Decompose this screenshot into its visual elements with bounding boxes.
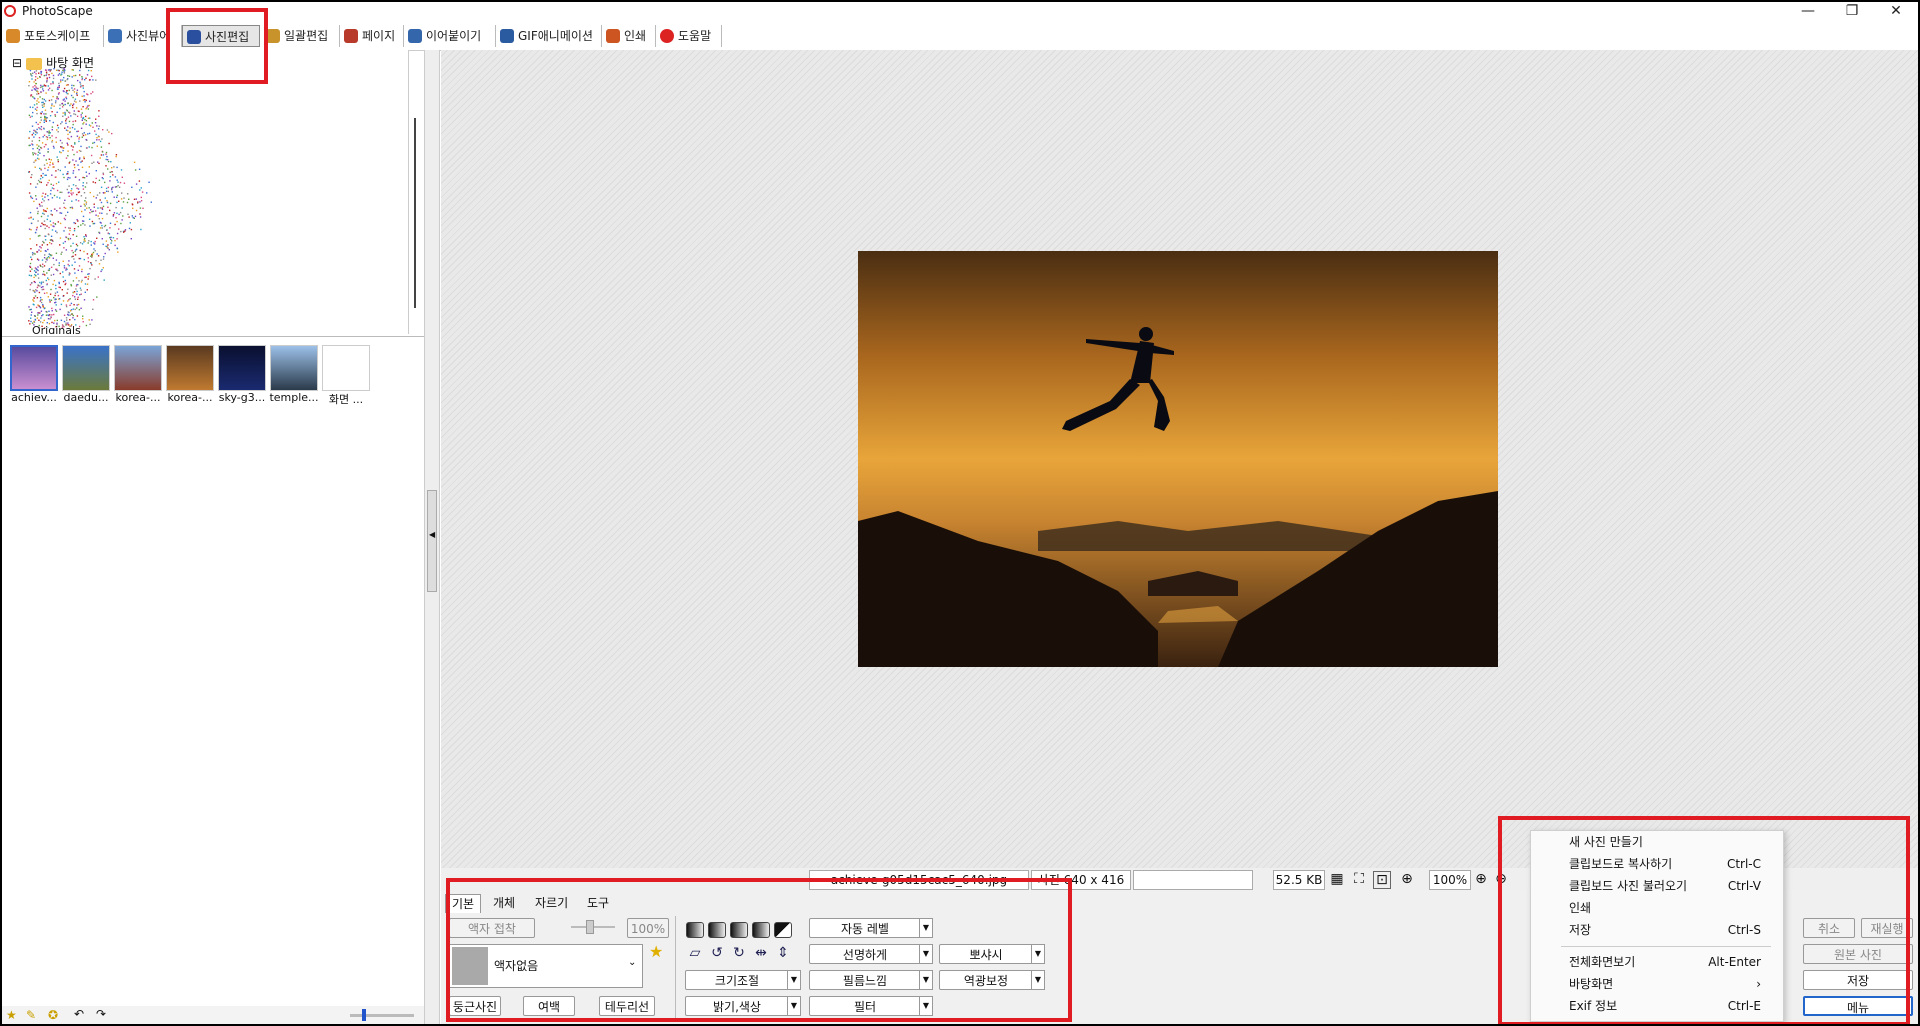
maximize-button[interactable]: ❐	[1830, 0, 1874, 22]
status-filesize: 52.5 KB	[1273, 870, 1325, 890]
highlight-editor-tools	[446, 878, 1072, 1022]
add-folder-icon[interactable]: ✎	[26, 1008, 36, 1022]
thumbnail-image[interactable]	[114, 345, 162, 391]
app-title: PhotoScape	[22, 4, 93, 18]
print-icon	[606, 29, 620, 43]
zoom-level[interactable]: 100%	[1429, 870, 1471, 890]
thumbnail-label: korea-...	[115, 391, 161, 404]
star-icon[interactable]: ★	[6, 1008, 17, 1022]
batch-icon	[266, 29, 280, 43]
tab-combine[interactable]: 이어붙이기	[404, 25, 496, 47]
combine-icon	[408, 29, 422, 43]
tree-child-label: Originals	[32, 324, 81, 334]
tab-label: GIF애니메이션	[518, 29, 593, 43]
expand-icon[interactable]: ⊟	[12, 56, 22, 70]
collapse-arrow-icon[interactable]: ◀	[429, 530, 435, 539]
tab-photoscape[interactable]: 포토스케이프	[2, 25, 104, 47]
thumbnail-label: daedu...	[63, 391, 109, 404]
thumbnail-image[interactable]	[62, 345, 110, 391]
thumbnail-label: sky-g3...	[218, 391, 266, 404]
desktop-icons-scatter	[28, 68, 152, 328]
thumbnail-image[interactable]	[218, 345, 266, 391]
tab-page[interactable]: 페이지	[340, 25, 404, 47]
app-logo-icon	[4, 5, 16, 17]
tree-child-originals[interactable]: Originals	[32, 324, 81, 334]
thumbnail-label: achiev...	[11, 391, 57, 404]
title-bar: PhotoScape — ❐ ✕	[0, 0, 1920, 22]
tab-label: 인쇄	[624, 29, 647, 43]
splitter-handle[interactable]	[427, 490, 437, 592]
zoom-fit-icon[interactable]: ⊕	[1399, 871, 1415, 887]
thumbnail-panel: achiev... daedu... korea-... korea-... sky-g…	[0, 336, 424, 1007]
thumbnail-image[interactable]	[322, 345, 370, 391]
thumbnail-label: korea-...	[167, 391, 213, 404]
back-icon[interactable]: ↶	[74, 1007, 84, 1021]
fit-window-icon[interactable]: ⛶	[1351, 871, 1367, 887]
thumbnail-label: 화면 ...	[328, 393, 364, 406]
highlight-menu	[1498, 816, 1910, 1026]
tab-print[interactable]: 인쇄	[602, 25, 656, 47]
favorites-icon[interactable]: ✪	[48, 1008, 58, 1022]
tab-label: 도움말	[678, 29, 712, 43]
edited-photo[interactable]	[858, 251, 1498, 667]
tab-label: 이어붙이기	[426, 29, 482, 43]
zoom-in-icon[interactable]: ⊕	[1473, 871, 1489, 887]
gif-icon	[500, 29, 514, 43]
status-empty-field	[1133, 870, 1253, 890]
left-bottom-toolbar: ★ ✎ ✪ ↶ ↷	[0, 1006, 424, 1026]
viewer-icon	[108, 29, 122, 43]
photoscape-icon	[6, 29, 20, 43]
tab-label: 포토스케이프	[24, 29, 91, 43]
thumbnail-image[interactable]	[270, 345, 318, 391]
transparency-icon[interactable]: ▦	[1329, 871, 1345, 887]
thumbnail-image[interactable]	[166, 345, 214, 391]
minimize-button[interactable]: —	[1786, 0, 1830, 22]
highlight-editor-tab	[166, 8, 268, 84]
help-icon	[660, 29, 674, 43]
close-button[interactable]: ✕	[1874, 0, 1918, 22]
tab-label: 일괄편집	[284, 29, 329, 43]
actual-size-icon[interactable]: ⊡	[1373, 871, 1391, 889]
forward-icon[interactable]: ↷	[96, 1007, 106, 1021]
tree-scrollbar[interactable]	[414, 118, 416, 308]
tab-help[interactable]: 도움말	[656, 25, 722, 47]
main-tab-bar: 포토스케이프 사진뷰어 사진편집 일괄편집 페이지 이어붙이기 GIF애니메이션…	[0, 22, 1920, 51]
thumbnail-image[interactable]	[10, 345, 58, 391]
thumbnail-size-slider[interactable]	[350, 1014, 414, 1017]
folder-tree[interactable]: ⊟ 바탕 화면 Originals	[0, 50, 416, 334]
thumbnail-size-handle[interactable]	[362, 1009, 366, 1021]
thumbnail-label: temple...	[269, 391, 319, 404]
page-icon	[344, 29, 358, 43]
tab-label: 사진뷰어	[126, 29, 171, 43]
tab-batch[interactable]: 일괄편집	[262, 25, 340, 47]
tab-gif[interactable]: GIF애니메이션	[496, 25, 602, 47]
tab-label: 페이지	[362, 29, 396, 43]
panel-splitter[interactable]: ◀	[424, 50, 440, 1026]
